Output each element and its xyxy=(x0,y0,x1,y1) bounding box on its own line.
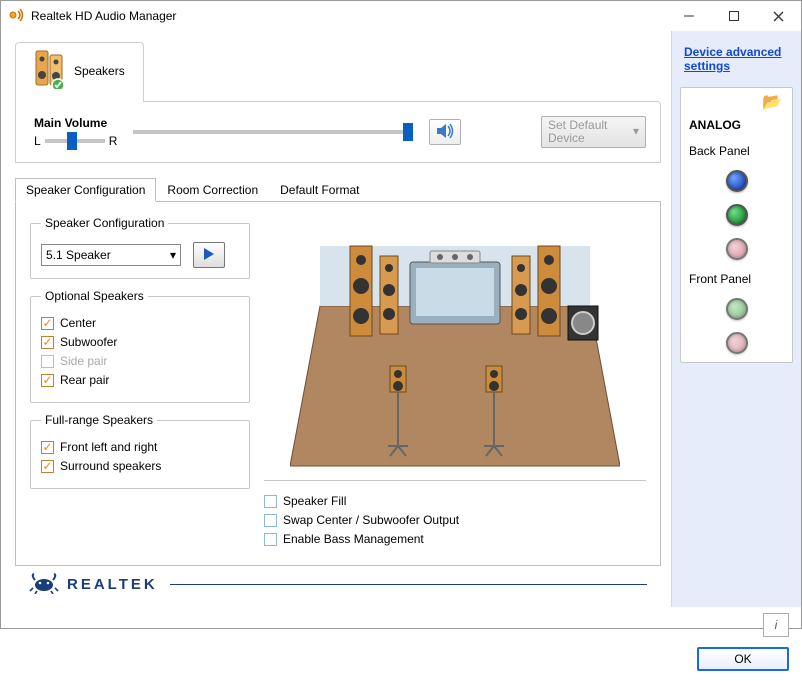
swap-center-label: Swap Center / Subwoofer Output xyxy=(283,513,459,527)
front-lr-label: Front left and right xyxy=(60,440,157,454)
sidepair-label: Side pair xyxy=(60,354,107,368)
main-volume-panel: Main Volume L R Set Default Device ▾ xyxy=(15,101,661,163)
analog-heading: ANALOG xyxy=(689,118,741,132)
jack-pink-front[interactable] xyxy=(726,332,748,354)
speaker-config-select[interactable]: 5.1 Speaker ▾ xyxy=(41,244,181,266)
balance-right-label: R xyxy=(109,134,118,148)
footer: REALTEK xyxy=(15,566,661,603)
realtek-crab-icon xyxy=(29,572,59,597)
rearpair-checkbox[interactable] xyxy=(41,374,54,387)
fullrange-speakers-legend: Full-range Speakers xyxy=(41,413,157,427)
sound-icon xyxy=(435,122,455,143)
front-panel-label: Front Panel xyxy=(689,272,751,286)
app-icon xyxy=(9,7,25,26)
tab-default-format[interactable]: Default Format xyxy=(269,178,370,202)
fullrange-speakers-group: Full-range Speakers Front left and right… xyxy=(30,413,250,489)
play-icon xyxy=(202,247,216,264)
mute-button[interactable] xyxy=(429,119,461,145)
balance-slider[interactable] xyxy=(45,139,105,143)
back-panel-label: Back Panel xyxy=(689,144,750,158)
tab-speaker-configuration-label: Speaker Configuration xyxy=(26,183,145,197)
set-default-device-button[interactable]: Set Default Device ▾ xyxy=(541,116,646,148)
tab-speaker-configuration[interactable]: Speaker Configuration xyxy=(15,178,156,202)
right-panel: Device advanced settings 📂 ANALOG Back P… xyxy=(671,31,801,607)
analog-panel: 📂 ANALOG Back Panel Front Panel xyxy=(680,87,793,363)
room-svg xyxy=(290,216,620,476)
surround-label: Surround speakers xyxy=(60,459,161,473)
speaker-config-legend: Speaker Configuration xyxy=(41,216,168,230)
maximize-button[interactable] xyxy=(711,1,756,31)
test-play-button[interactable] xyxy=(193,242,225,268)
set-default-device-label: Set Default Device xyxy=(548,119,633,145)
misc-options: Speaker Fill Swap Center / Subwoofer Out… xyxy=(264,480,646,551)
tab-room-correction-label: Room Correction xyxy=(167,183,258,197)
sidepair-checkbox xyxy=(41,355,54,368)
titlebar: Realtek HD Audio Manager xyxy=(1,1,801,31)
tab-speakers[interactable]: Speakers xyxy=(15,42,144,102)
optional-speakers-legend: Optional Speakers xyxy=(41,289,148,303)
volume-slider[interactable] xyxy=(133,130,413,134)
close-button[interactable] xyxy=(756,1,801,31)
optional-speakers-group: Optional Speakers Center Subwoofer Side … xyxy=(30,289,250,403)
bass-mgmt-label: Enable Bass Management xyxy=(283,532,424,546)
device-advanced-label: Device advanced settings xyxy=(684,45,781,73)
surround-checkbox[interactable] xyxy=(41,460,54,473)
swap-center-checkbox[interactable] xyxy=(264,514,277,527)
info-icon: i xyxy=(775,618,778,632)
front-lr-checkbox[interactable] xyxy=(41,441,54,454)
device-tabs: Speakers xyxy=(15,41,661,101)
ok-button[interactable]: OK xyxy=(697,647,789,671)
balance-left-label: L xyxy=(34,134,41,148)
center-checkbox[interactable] xyxy=(41,317,54,330)
speaker-fill-checkbox[interactable] xyxy=(264,495,277,508)
jack-green-front[interactable] xyxy=(726,298,748,320)
tab-default-format-label: Default Format xyxy=(280,183,359,197)
speaker-fill-label: Speaker Fill xyxy=(283,494,346,508)
chevron-down-icon: ▾ xyxy=(170,248,176,262)
speaker-config-panel: Speaker Configuration 5.1 Speaker ▾ Opti… xyxy=(15,202,661,566)
tab-speakers-label: Speakers xyxy=(74,64,125,78)
folder-icon[interactable]: 📂 xyxy=(762,92,782,112)
jack-blue[interactable] xyxy=(726,170,748,192)
minimize-button[interactable] xyxy=(666,1,711,31)
speaker-config-value: 5.1 Speaker xyxy=(46,248,111,262)
bass-mgmt-checkbox[interactable] xyxy=(264,533,277,546)
device-advanced-link[interactable]: Device advanced settings xyxy=(676,35,797,83)
window-title: Realtek HD Audio Manager xyxy=(31,9,176,23)
center-label: Center xyxy=(60,316,96,330)
brand-text: REALTEK xyxy=(67,576,158,593)
chevron-down-icon: ▾ xyxy=(633,125,639,138)
ok-label: OK xyxy=(734,652,751,666)
config-tabs: Speaker Configuration Room Correction De… xyxy=(15,177,661,202)
main-volume-label: Main Volume xyxy=(34,116,117,130)
info-button[interactable]: i xyxy=(763,613,789,637)
jack-green-back[interactable] xyxy=(726,204,748,226)
rearpair-label: Rear pair xyxy=(60,373,109,387)
speakers-icon xyxy=(34,49,66,92)
jack-pink-back[interactable] xyxy=(726,238,748,260)
speaker-config-group: Speaker Configuration 5.1 Speaker ▾ xyxy=(30,216,250,279)
subwoofer-label: Subwoofer xyxy=(60,335,117,349)
subwoofer-checkbox[interactable] xyxy=(41,336,54,349)
room-illustration xyxy=(264,216,646,476)
tab-room-correction[interactable]: Room Correction xyxy=(156,178,269,202)
